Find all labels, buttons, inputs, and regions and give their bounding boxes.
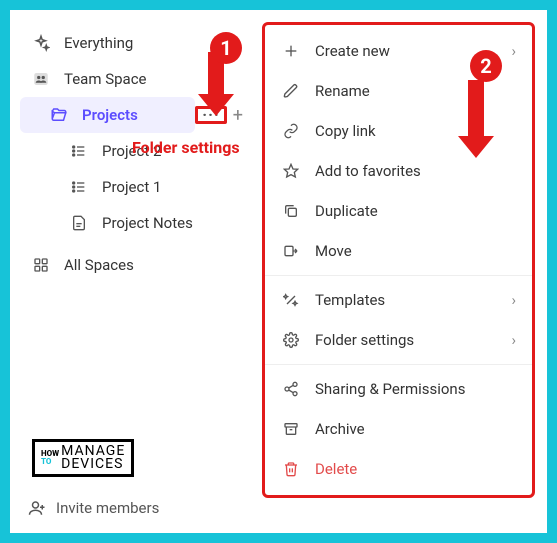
menu-folder-settings[interactable]: Folder settings ›: [265, 320, 532, 360]
pencil-icon: [281, 81, 301, 101]
person-add-icon: [28, 499, 46, 517]
menu-label: Folder settings: [315, 331, 414, 349]
sidebar-label: Everything: [64, 34, 133, 52]
sidebar-item-project-notes[interactable]: Project Notes: [20, 205, 247, 241]
sidebar-label: All Spaces: [64, 256, 134, 274]
sidebar-item-projects[interactable]: Projects: [20, 97, 195, 133]
logo-how-to-manage-devices: HOW TO MANAGE DEVICES: [32, 439, 134, 477]
star-icon: [281, 161, 301, 181]
menu-label: Copy link: [315, 122, 376, 140]
annotation-arrow-2: [458, 80, 494, 158]
sidebar-item-all-spaces[interactable]: All Spaces: [20, 247, 247, 283]
menu-duplicate[interactable]: Duplicate: [265, 191, 532, 231]
menu-label: Add to favorites: [315, 162, 421, 180]
sidebar-item-project1[interactable]: Project 1: [20, 169, 247, 205]
menu-label: Sharing & Permissions: [315, 380, 465, 398]
menu-label: Delete: [315, 460, 357, 478]
menu-label: Create new: [315, 42, 390, 60]
sidebar-label: Project 1: [102, 178, 161, 196]
menu-divider: [265, 364, 532, 365]
link-icon: [281, 121, 301, 141]
list-icon: [68, 141, 90, 161]
folder-context-menu: Create new › Rename Copy link Add to fav…: [262, 22, 535, 498]
document-icon: [68, 213, 90, 233]
menu-sharing[interactable]: Sharing & Permissions: [265, 369, 532, 409]
menu-label: Archive: [315, 420, 365, 438]
menu-label: Move: [315, 242, 352, 260]
menu-label: Templates: [315, 291, 385, 309]
menu-label: Rename: [315, 82, 370, 100]
grid-icon: [30, 255, 52, 275]
move-icon: [281, 241, 301, 261]
wand-icon: [281, 290, 301, 310]
annotation-folder-settings-label: Folder settings: [132, 138, 240, 157]
plus-icon: [281, 41, 301, 61]
gear-icon: [281, 330, 301, 350]
sidebar-label: Team Space: [64, 70, 147, 88]
invite-members-button[interactable]: Invite members: [28, 499, 159, 517]
menu-label: Duplicate: [315, 202, 378, 220]
annotation-marker-1: 1: [210, 32, 242, 64]
chevron-right-icon: ›: [511, 331, 516, 349]
sparkle-icon: [30, 33, 52, 53]
menu-divider: [265, 275, 532, 276]
share-icon: [281, 379, 301, 399]
menu-move[interactable]: Move: [265, 231, 532, 271]
menu-templates[interactable]: Templates ›: [265, 280, 532, 320]
sidebar-label: Project Notes: [102, 214, 193, 232]
folder-open-icon: [48, 105, 70, 125]
invite-label: Invite members: [56, 499, 159, 517]
team-icon: [30, 69, 52, 89]
duplicate-icon: [281, 201, 301, 221]
annotation-marker-2: 2: [470, 50, 502, 82]
list-icon: [68, 177, 90, 197]
chevron-right-icon: ›: [511, 291, 516, 309]
menu-archive[interactable]: Archive: [265, 409, 532, 449]
menu-delete[interactable]: Delete: [265, 449, 532, 489]
archive-icon: [281, 419, 301, 439]
sidebar-label: Projects: [82, 106, 138, 124]
trash-icon: [281, 459, 301, 479]
chevron-right-icon: ›: [511, 42, 516, 60]
